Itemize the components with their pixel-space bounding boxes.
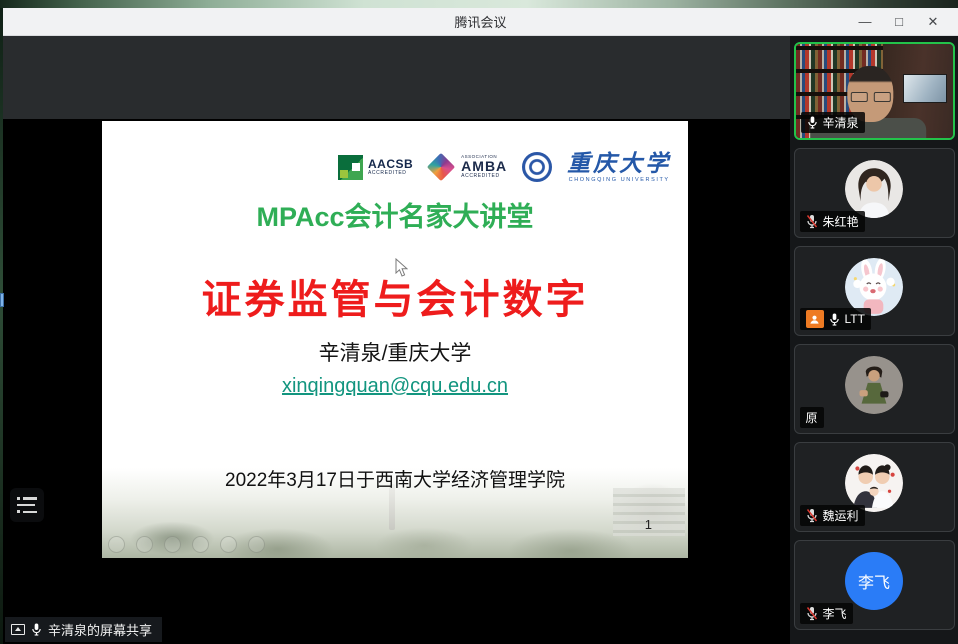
next-slide-icon[interactable] [136,536,153,553]
close-button[interactable]: ✕ [916,8,950,35]
mouse-cursor [395,258,408,277]
cqu-subtitle: CHONGQING UNIVERSITY [569,177,670,183]
mic-on-icon [829,312,840,327]
slide-email: xinqingquan@cqu.edu.cn [102,375,688,398]
participant-tile-weiyunli[interactable]: 魏运利 [794,442,955,532]
participant-name-chip: LTT [800,308,871,330]
mic-muted-icon [806,508,818,523]
slide-author: 辛清泉/重庆大学 [102,337,688,367]
participant-tile-xinqingquan[interactable]: 辛清泉 [794,42,955,140]
list-dot [17,497,20,500]
desktop-wallpaper-strip [0,0,958,8]
titlebar: 腾讯会议 — □ ✕ [3,8,958,36]
member-badge-icon [806,310,824,328]
pen-icon[interactable] [164,536,181,553]
mic-muted-icon [806,214,818,229]
participant-name: 辛清泉 [823,114,859,131]
slide-series-title: MPAcc会计名家大讲堂 [102,195,688,234]
participant-name: 李飞 [823,605,847,622]
list-bar [17,504,35,507]
participant-tile-ltt[interactable]: LTT [794,246,955,336]
screen-share-banner-text: 辛清泉的屏幕共享 [48,620,152,639]
prev-slide-icon[interactable] [108,536,125,553]
slide-footer: 2022年3月17日于西南大学经济管理学院 [102,465,688,492]
presentation-slide: AACSB ACCREDITED ASSOCIATION AMBA ACCRED… [102,121,688,558]
mic-on-icon [31,622,42,637]
amba-logo: ASSOCIATION AMBA ACCREDITED [428,155,507,180]
participant-name: LTT [845,312,865,326]
amba-subtitle: ACCREDITED [461,174,507,179]
participant-tile-yuan[interactable]: 原 [794,344,955,434]
list-bar [23,497,37,500]
person-glasses [851,92,891,102]
window-title: 腾讯会议 [454,12,506,31]
maximize-button[interactable]: □ [882,8,916,35]
shared-screen-letterbox [3,36,790,119]
logo-row: AACSB ACCREDITED ASSOCIATION AMBA ACCRED… [338,141,671,193]
participant-name-chip: 李飞 [800,603,853,624]
participant-name: 朱红艳 [823,213,859,230]
list-bar [23,511,37,514]
list-toggle-button[interactable] [10,488,44,522]
screen-share-banner: 辛清泉的屏幕共享 [5,617,162,642]
participants-sidebar: 辛清泉 朱红艳 [790,36,958,644]
participant-tile-zhuhongyan[interactable]: 朱红艳 [794,148,955,238]
slideshow-controls [108,536,265,553]
participant-name-chip: 朱红艳 [800,211,865,232]
amba-diamond-icon [427,153,455,181]
aacsb-subtitle: ACCREDITED [368,171,413,176]
participant-name: 原 [806,409,818,426]
window-controls: — □ ✕ [848,8,950,35]
more-icon[interactable] [248,536,265,553]
avatar [845,454,903,512]
participant-name-chip: 魏运利 [800,505,865,526]
slide-page-number: 1 [645,517,652,532]
mic-muted-icon [806,606,818,621]
aacsb-logo: AACSB ACCREDITED [338,155,413,180]
screen-share-icon [11,624,25,635]
participant-tile-lifei[interactable]: 李飞 李飞 [794,540,955,630]
monitor [903,74,947,103]
desktop-icon-sliver [0,293,4,307]
cqu-wordmark: 重庆大学 CHONGQING UNIVERSITY [567,151,671,182]
zoom-icon[interactable] [220,536,237,553]
grid-icon[interactable] [192,536,209,553]
participant-name-chip: 辛清泉 [801,112,865,133]
shared-screen-area: AACSB ACCREDITED ASSOCIATION AMBA ACCRED… [3,36,790,644]
aacsb-name: AACSB [368,158,413,171]
aacsb-icon [338,155,363,180]
participant-name-chip: 原 [800,407,824,428]
participant-name: 魏运利 [823,507,859,524]
avatar [845,160,903,218]
cqu-seal-icon [522,152,552,182]
amba-name: AMBA [461,159,507,174]
cqu-name: 重庆大学 [567,151,671,176]
minimize-button[interactable]: — [848,8,882,35]
mic-on-icon [807,115,818,130]
list-dot [17,510,20,513]
avatar: 李飞 [845,552,903,610]
avatar [845,356,903,414]
meeting-window: 腾讯会议 — □ ✕ AACSB ACCREDITED [3,8,958,644]
avatar-text: 李飞 [858,569,890,593]
